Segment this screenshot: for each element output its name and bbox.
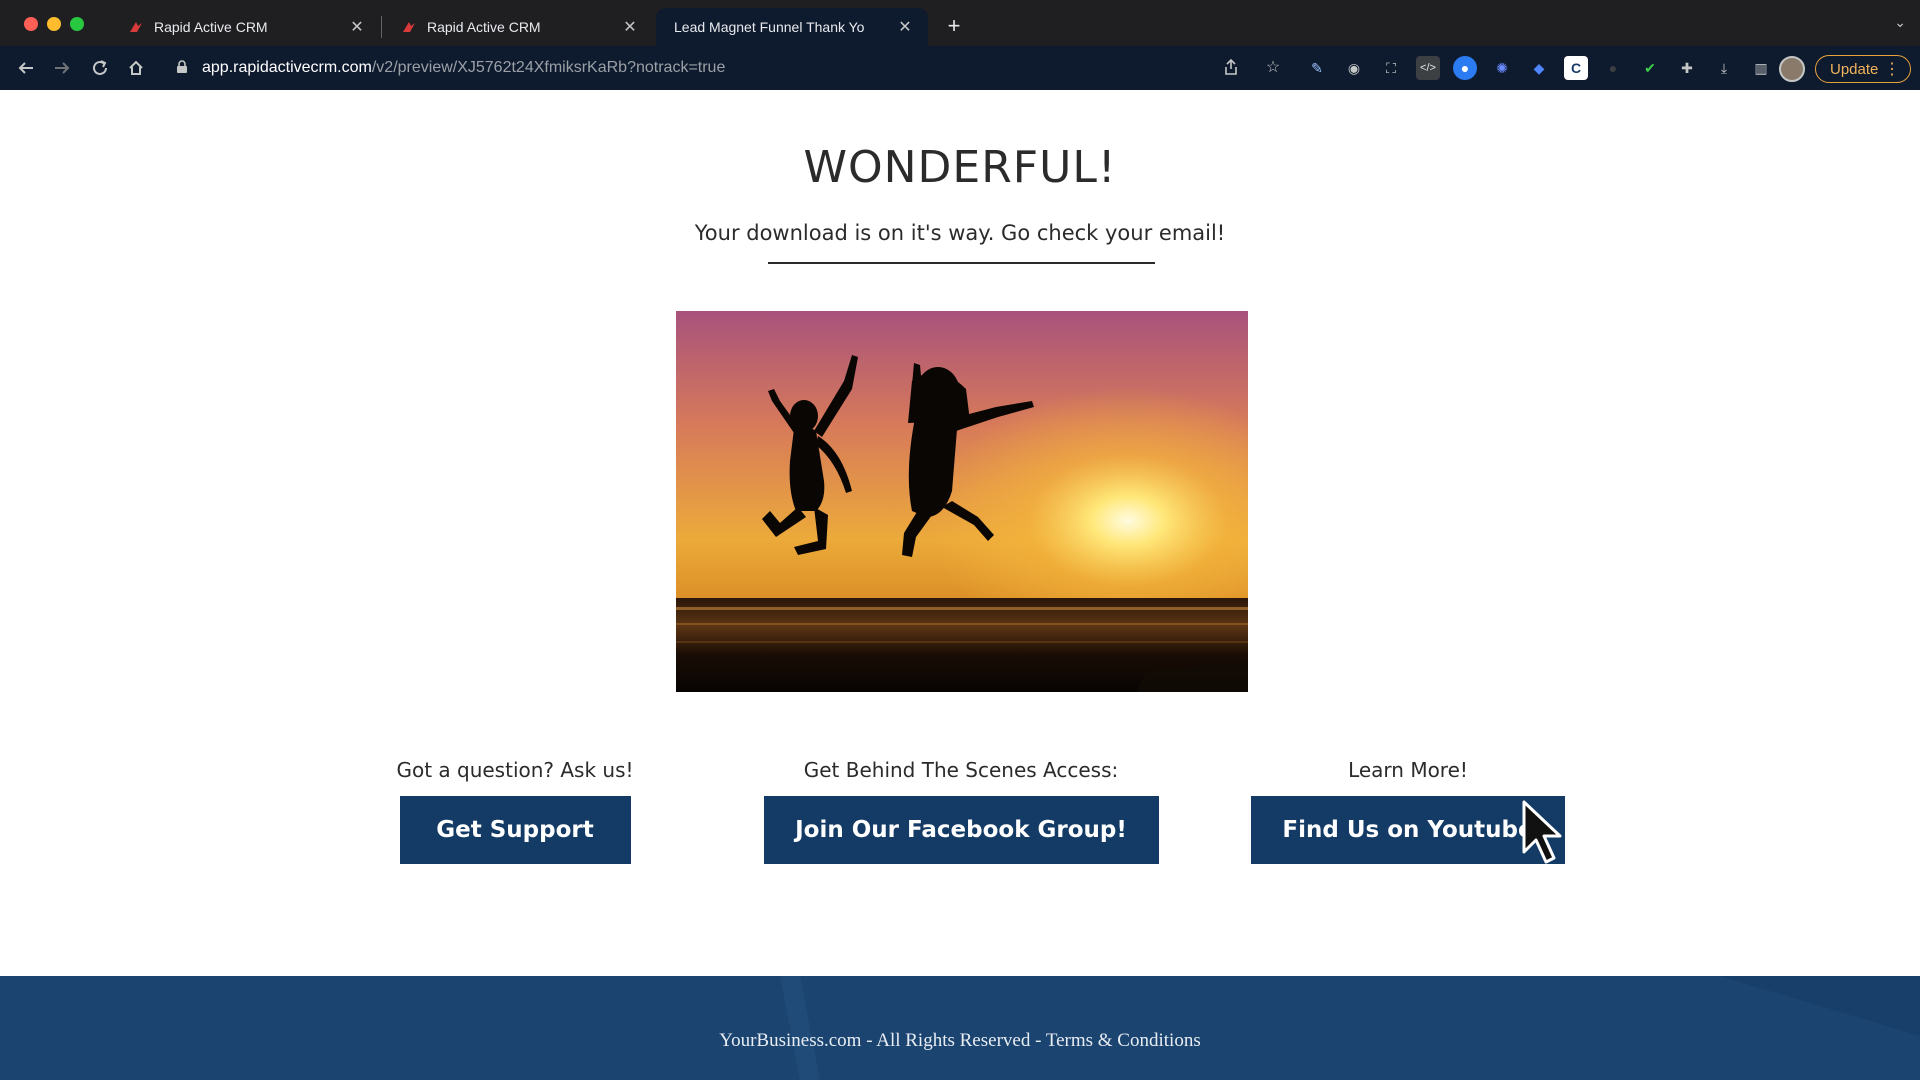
- lock-icon[interactable]: [176, 59, 190, 77]
- url-path: /v2/preview/XJ5762t24XfmiksrKaRb?notrack…: [371, 59, 726, 76]
- support-column: Got a question? Ask us! Get Support: [390, 758, 640, 864]
- chevron-down-icon[interactable]: ⌄: [1894, 14, 1906, 31]
- camera-extension-icon[interactable]: ◉: [1342, 56, 1366, 80]
- home-icon[interactable]: [124, 56, 148, 80]
- page-title: WONDERFUL!: [803, 142, 1117, 193]
- support-prompt: Got a question? Ask us!: [396, 758, 634, 782]
- browser-tab-strip: Rapid Active CRM ✕ Rapid Active CRM ✕ Le…: [0, 0, 1920, 46]
- facebook-column: Get Behind The Scenes Access: Join Our F…: [755, 758, 1167, 864]
- page-subtitle: Your download is on it's way. Go check y…: [694, 221, 1226, 245]
- page-footer: YourBusiness.com - All Rights Reserved -…: [0, 976, 1920, 1080]
- tab-title: Rapid Active CRM: [154, 19, 268, 35]
- tag-extension-icon[interactable]: ◆: [1527, 56, 1551, 80]
- divider: [768, 262, 1155, 264]
- back-arrow-icon[interactable]: [14, 56, 38, 80]
- browser-tab[interactable]: Rapid Active CRM ✕: [383, 8, 653, 46]
- gear-extension-icon[interactable]: ✺: [1490, 56, 1514, 80]
- sunset-silhouette-jumping-image: [676, 311, 1248, 692]
- mouse-cursor-icon: [1522, 800, 1562, 864]
- page-content: WONDERFUL! Your download is on it's way.…: [0, 90, 1920, 1080]
- browser-toolbar: app.rapidactivecrm.com/v2/preview/XJ5762…: [0, 46, 1920, 90]
- find-us-on-youtube-button[interactable]: Find Us on Youtube: [1251, 796, 1565, 864]
- url-host: app.rapidactivecrm.com: [202, 59, 372, 76]
- screenshot-extension-icon[interactable]: ⛶: [1379, 56, 1403, 80]
- profile-avatar[interactable]: [1779, 56, 1805, 82]
- tab-title: Lead Magnet Funnel Thank Yo: [674, 19, 865, 35]
- facebook-prompt: Get Behind The Scenes Access:: [803, 758, 1119, 782]
- star-icon[interactable]: ☆: [1262, 56, 1284, 78]
- join-facebook-group-button[interactable]: Join Our Facebook Group!: [763, 796, 1159, 864]
- reload-icon[interactable]: [88, 56, 112, 80]
- side-panel-icon[interactable]: ▥: [1749, 56, 1773, 80]
- close-tab-icon[interactable]: ✕: [896, 18, 914, 36]
- crm-logo-icon: [401, 19, 417, 35]
- address-bar[interactable]: app.rapidactivecrm.com/v2/preview/XJ5762…: [162, 52, 1292, 84]
- dark-extension-icon[interactable]: ●: [1601, 56, 1625, 80]
- forward-arrow-icon[interactable]: [50, 56, 74, 80]
- update-label: Update: [1830, 60, 1879, 78]
- browser-tab-active[interactable]: Lead Magnet Funnel Thank Yo ✕: [656, 8, 928, 46]
- check-extension-icon[interactable]: ✔: [1638, 56, 1662, 80]
- messenger-extension-icon[interactable]: ●: [1453, 56, 1477, 80]
- get-support-button[interactable]: Get Support: [399, 796, 631, 864]
- maximize-window-button[interactable]: [70, 17, 84, 31]
- new-tab-icon[interactable]: +: [940, 12, 968, 40]
- youtube-prompt: Learn More!: [1348, 758, 1468, 782]
- browser-tab[interactable]: Rapid Active CRM ✕: [110, 8, 380, 46]
- crm-logo-icon: [128, 19, 144, 35]
- share-icon[interactable]: [1220, 56, 1242, 78]
- close-tab-icon[interactable]: ✕: [621, 18, 639, 36]
- pen-extension-icon[interactable]: ✎: [1305, 56, 1329, 80]
- tab-title: Rapid Active CRM: [427, 19, 541, 35]
- download-icon[interactable]: ⤓: [1712, 56, 1736, 80]
- puzzle-icon[interactable]: ✚: [1675, 56, 1699, 80]
- minimize-window-button[interactable]: [47, 17, 61, 31]
- tab-separator: [381, 16, 382, 38]
- code-extension-icon[interactable]: </>: [1416, 56, 1440, 80]
- c-extension-icon[interactable]: C: [1564, 56, 1588, 80]
- update-button[interactable]: Update ⋮: [1815, 55, 1911, 83]
- footer-text: YourBusiness.com - All Rights Reserved -…: [719, 1030, 1201, 1051]
- close-tab-icon[interactable]: ✕: [348, 18, 366, 36]
- close-window-button[interactable]: [24, 17, 38, 31]
- kebab-menu-icon[interactable]: ⋮: [1884, 59, 1900, 79]
- url-text[interactable]: app.rapidactivecrm.com/v2/preview/XJ5762…: [202, 59, 725, 77]
